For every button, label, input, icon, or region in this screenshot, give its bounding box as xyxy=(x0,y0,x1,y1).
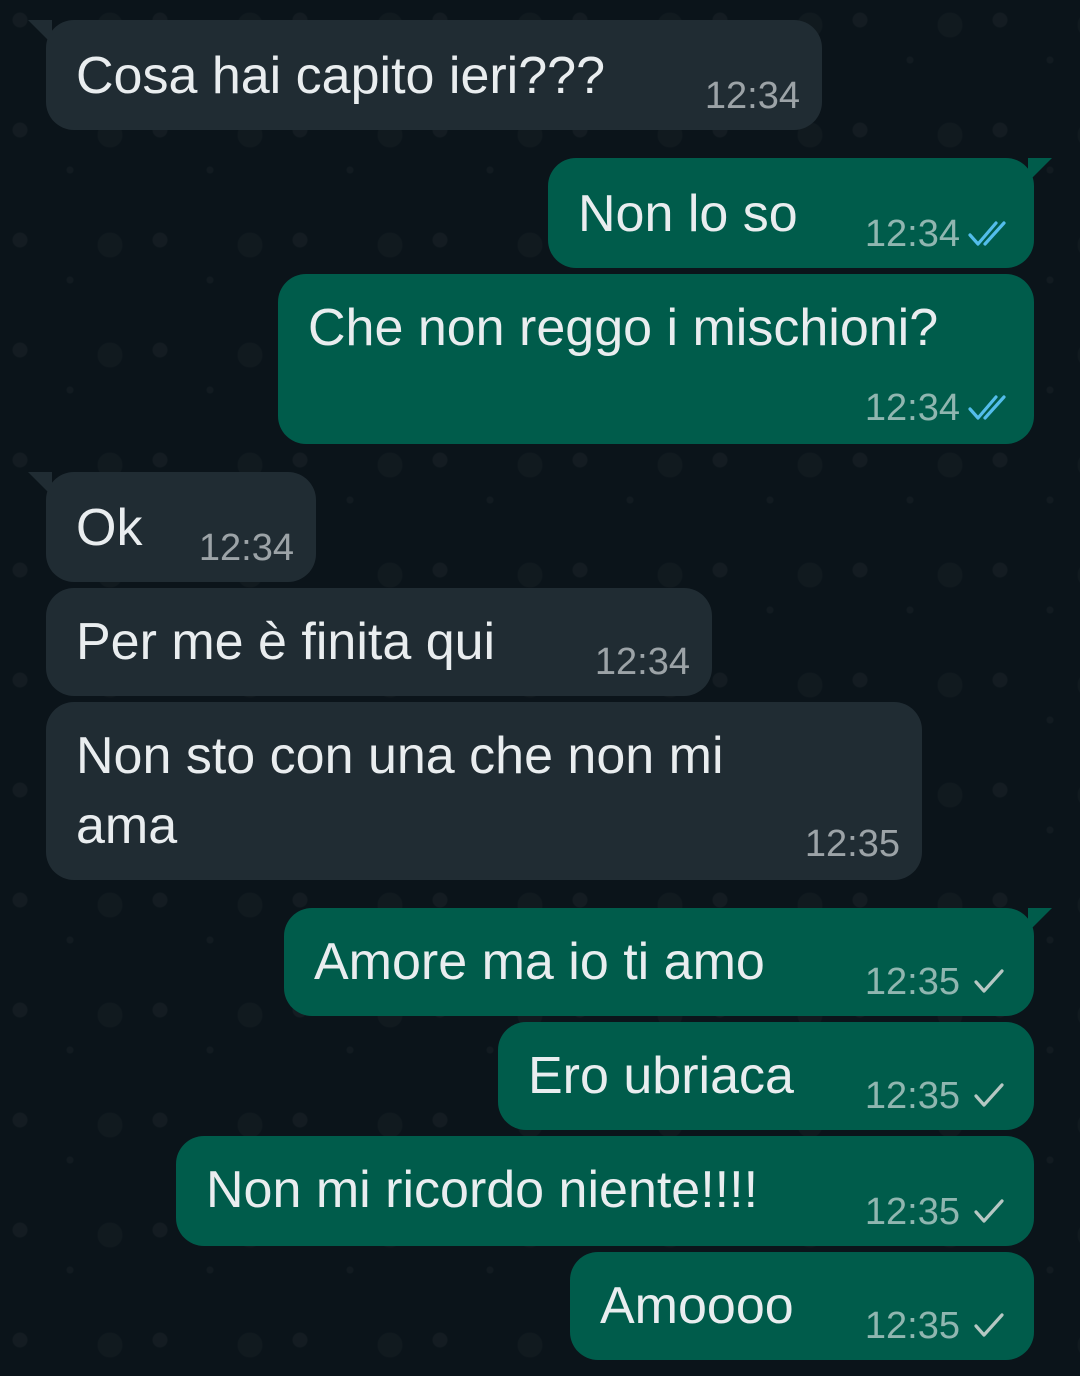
message-meta: 12:35 xyxy=(805,824,900,864)
message-text: Ok xyxy=(76,499,143,557)
message-text: Che non reggo i mischioni? xyxy=(308,299,939,357)
message-time: 12:34 xyxy=(864,387,960,429)
message-time: 12:34 xyxy=(864,213,960,255)
message-bubble-incoming[interactable]: Per me è finita qui 12:34 xyxy=(46,588,712,696)
single-check-sent-icon xyxy=(974,1199,1004,1223)
message-text: Amoooo xyxy=(600,1277,794,1335)
message-bubble-incoming[interactable]: Non sto con una che non mi ama 12:35 xyxy=(46,702,922,880)
message-bubble-incoming[interactable]: Ok 12:34 xyxy=(28,472,316,582)
message-meta: 12:35 xyxy=(865,962,1012,1002)
single-check-sent-icon xyxy=(974,1083,1004,1107)
message-meta: 12:34 xyxy=(199,528,294,568)
message-time: 12:35 xyxy=(864,961,960,1003)
message-bubble-outgoing[interactable]: Non lo so 12:34 xyxy=(548,158,1052,268)
message-time: 12:35 xyxy=(804,823,900,865)
message-text: Non lo so xyxy=(578,185,798,243)
double-check-read-icon xyxy=(968,221,1006,246)
single-check-sent-icon xyxy=(974,969,1004,993)
message-meta: 12:34 xyxy=(865,214,1012,254)
message-bubble-outgoing[interactable]: Che non reggo i mischioni? 12:34 xyxy=(278,274,1034,444)
message-time: 12:35 xyxy=(864,1191,960,1233)
message-text-line: Non sto con una che non mi xyxy=(76,727,724,785)
message-text: Amore ma io ti amo xyxy=(314,933,765,991)
message-time: 12:34 xyxy=(594,641,690,683)
message-text-line: ama xyxy=(76,797,178,855)
message-time: 12:34 xyxy=(704,75,800,117)
message-text: Per me è finita qui xyxy=(76,613,496,671)
message-text: Non mi ricordo niente!!!! xyxy=(206,1161,759,1219)
message-time: 12:35 xyxy=(864,1075,960,1117)
message-meta: 12:35 xyxy=(865,1306,1012,1346)
message-meta: 12:34 xyxy=(595,642,690,682)
message-bubble-outgoing[interactable]: Amore ma io ti amo 12:35 xyxy=(284,908,1052,1016)
message-time: 12:35 xyxy=(864,1305,960,1347)
message-time: 12:34 xyxy=(198,527,294,569)
message-bubble-incoming[interactable]: Cosa hai capito ieri??? 12:34 xyxy=(28,20,822,130)
double-check-read-icon xyxy=(968,395,1006,420)
message-bubble-outgoing[interactable]: Non mi ricordo niente!!!! 12:35 xyxy=(176,1136,1034,1246)
message-bubble-outgoing[interactable]: Amoooo 12:35 xyxy=(570,1252,1034,1360)
message-text: Ero ubriaca xyxy=(528,1047,794,1105)
message-meta: 12:34 xyxy=(865,388,1012,428)
message-meta: 12:35 xyxy=(865,1192,1012,1232)
chat-background[interactable]: Cosa hai capito ieri??? 12:34 Non lo so … xyxy=(0,0,1080,1376)
message-bubble-outgoing[interactable]: Ero ubriaca 12:35 xyxy=(498,1022,1034,1130)
single-check-sent-icon xyxy=(974,1313,1004,1337)
message-meta: 12:35 xyxy=(865,1076,1012,1116)
message-meta: 12:34 xyxy=(705,76,800,116)
message-text: Cosa hai capito ieri??? xyxy=(76,47,605,105)
